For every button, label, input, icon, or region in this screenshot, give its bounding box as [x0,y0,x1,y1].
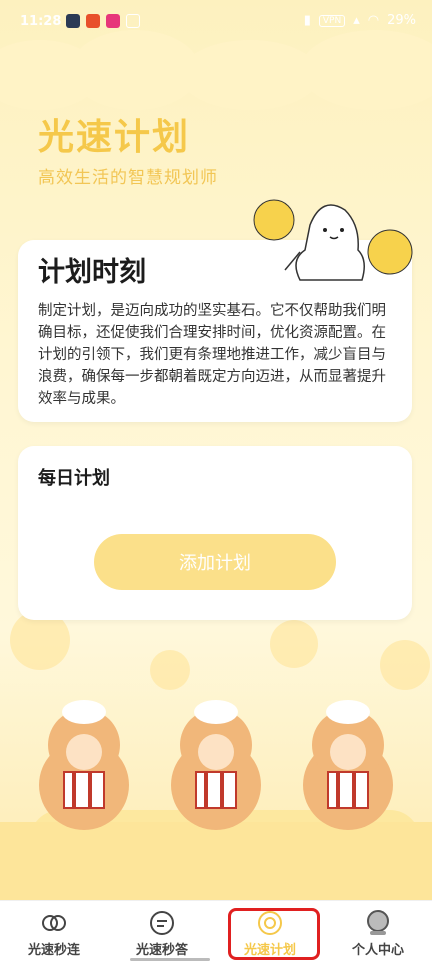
app-icon [106,14,120,28]
status-time: 11:28 [20,14,62,29]
vpn-badge: VPN [318,14,346,27]
chat-bubble-icon [150,911,174,935]
bottom-navigation: 光速秒连 光速秒答 光速计划 个人中心 [0,900,432,965]
battery-text: 29% [387,13,416,28]
daily-plan-card: 每日计划 添加计划 [18,446,412,620]
notification-icons [66,14,140,28]
status-bar: 11:28 ▮ VPN ▴ ◠ 29% [0,0,432,44]
page-title: 光速计划 [38,117,191,158]
active-tab-indicator [130,958,210,961]
link-rings-icon [42,915,66,931]
intro-card-title: 计划时刻 [38,257,146,288]
vibrate-icon: ▮ [303,13,311,28]
nav-item-link[interactable]: 光速秒连 [0,901,108,965]
cheerleader-mascot-illustration [253,199,413,281]
bear-illustration [303,700,393,830]
daily-plan-title: 每日计划 [38,468,110,489]
bear-illustration [171,700,261,830]
nav-item-label: 个人中心 [351,943,404,958]
signal-icon: ▴ [353,13,360,28]
app-icon [66,14,80,28]
nav-item-answer[interactable]: 光速秒答 [108,901,216,965]
highlight-annotation-box [228,908,320,960]
nav-item-label: 光速秒答 [135,943,188,958]
nav-item-label: 光速秒连 [27,943,80,958]
user-icon [367,910,389,935]
system-indicators: ▮ VPN ▴ ◠ 29% [304,13,416,28]
app-icon [86,14,100,28]
wifi-icon: ◠ [367,13,380,28]
app-icon [126,14,140,28]
intro-card-body: 制定计划，是迈向成功的坚实基石。它不仅帮助我们明确目标，还促使我们合理安排时间，… [38,303,386,407]
bear-illustration [39,700,129,830]
add-plan-button[interactable]: 添加计划 [94,534,336,590]
page-subtitle: 高效生活的智慧规划师 [38,168,218,188]
nav-item-profile[interactable]: 个人中心 [324,901,432,965]
